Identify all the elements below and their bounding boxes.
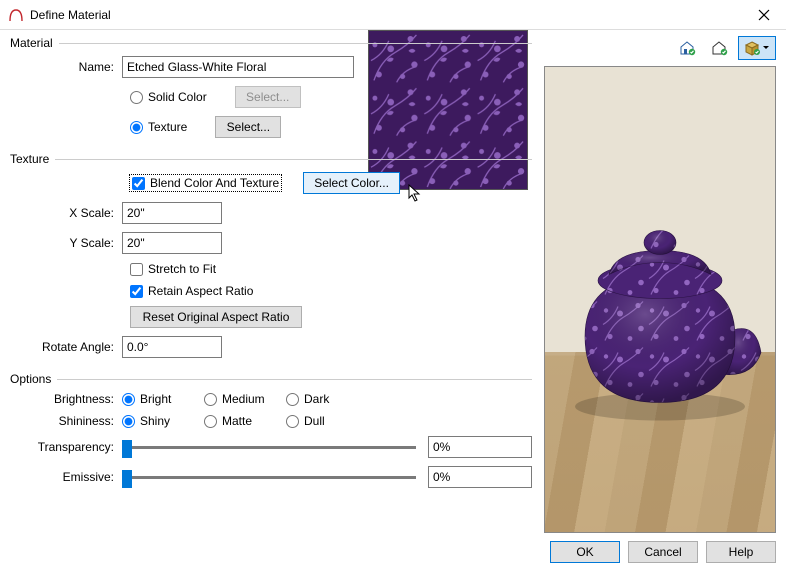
material-group-label: Material <box>10 36 532 50</box>
options-group-label: Options <box>10 372 532 386</box>
chevron-down-icon <box>762 40 770 56</box>
shininess-matte-radio[interactable]: Matte <box>204 414 286 428</box>
brightness-bright-radio[interactable]: Bright <box>122 392 204 406</box>
shininess-label: Shininess: <box>10 414 122 428</box>
blend-checkbox[interactable]: Blend Color And Texture <box>130 175 281 191</box>
y-scale-input[interactable] <box>122 232 222 254</box>
preview-tool-1[interactable] <box>674 36 702 60</box>
solid-color-select-button: Select... <box>235 86 301 108</box>
preview-tool-2[interactable] <box>706 36 734 60</box>
emissive-label: Emissive: <box>10 470 122 484</box>
preview-tool-3[interactable] <box>738 36 776 60</box>
select-color-button[interactable]: Select Color... <box>303 172 400 194</box>
preview-3d-viewport[interactable] <box>544 66 776 533</box>
texture-group-label: Texture <box>10 152 532 166</box>
transparency-slider[interactable] <box>122 446 416 449</box>
x-scale-label: X Scale: <box>10 206 122 220</box>
brightness-label: Brightness: <box>10 392 122 406</box>
shininess-dull-radio[interactable]: Dull <box>286 414 368 428</box>
rotate-label: Rotate Angle: <box>10 340 122 354</box>
ok-button[interactable]: OK <box>550 541 620 563</box>
transparency-value[interactable] <box>428 436 532 458</box>
shininess-shiny-radio[interactable]: Shiny <box>122 414 204 428</box>
help-button[interactable]: Help <box>706 541 776 563</box>
reset-aspect-button[interactable]: Reset Original Aspect Ratio <box>130 306 302 328</box>
texture-radio[interactable]: Texture <box>130 120 187 134</box>
retain-aspect-checkbox[interactable]: Retain Aspect Ratio <box>130 284 253 298</box>
stretch-checkbox[interactable]: Stretch to Fit <box>130 262 216 276</box>
texture-select-button[interactable]: Select... <box>215 116 281 138</box>
rotate-input[interactable] <box>122 336 222 358</box>
cancel-button[interactable]: Cancel <box>628 541 698 563</box>
brightness-dark-radio[interactable]: Dark <box>286 392 368 406</box>
cursor-icon <box>408 184 424 204</box>
y-scale-label: Y Scale: <box>10 236 122 250</box>
close-button[interactable] <box>744 1 784 29</box>
x-scale-input[interactable] <box>122 202 222 224</box>
teapot-preview <box>555 207 765 427</box>
solid-color-radio[interactable]: Solid Color <box>130 90 207 104</box>
name-input[interactable] <box>122 56 354 78</box>
emissive-slider[interactable] <box>122 476 416 479</box>
window-title: Define Material <box>30 8 744 22</box>
transparency-label: Transparency: <box>10 440 122 454</box>
name-label: Name: <box>10 60 122 74</box>
emissive-value[interactable] <box>428 466 532 488</box>
app-logo-icon <box>8 7 24 23</box>
brightness-medium-radio[interactable]: Medium <box>204 392 286 406</box>
